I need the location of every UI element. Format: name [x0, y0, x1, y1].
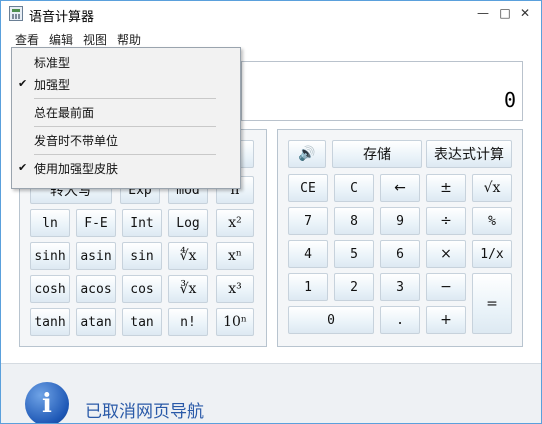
square-button[interactable]: x² [216, 209, 254, 237]
store-button[interactable]: 存储 [332, 140, 422, 168]
title-bar: 语音计算器 — □ ✕ [1, 1, 541, 27]
menu-separator [34, 126, 216, 127]
sin-button[interactable]: sin [122, 242, 162, 270]
digit-1-button[interactable]: 1 [288, 273, 328, 301]
factorial-button[interactable]: n! [168, 308, 208, 336]
minus-button[interactable]: − [426, 273, 466, 301]
cube-root-button[interactable]: ∛x [168, 275, 208, 303]
digit-5-button[interactable]: 5 [334, 240, 374, 268]
digit-0-button[interactable]: 0 [288, 306, 374, 334]
check-icon: ✔ [18, 161, 28, 174]
acos-button[interactable]: acos [76, 275, 116, 303]
backspace-button[interactable]: ← [380, 174, 420, 202]
menu-separator [34, 154, 216, 155]
tanh-button[interactable]: tanh [30, 308, 70, 336]
digit-3-button[interactable]: 3 [380, 273, 420, 301]
speaker-icon: 🔊 [298, 146, 316, 162]
fourth-root-button[interactable]: ∜x [168, 242, 208, 270]
menu-option-always-on-top[interactable]: 总在最前面 [34, 104, 94, 121]
calculator-app-icon [9, 6, 23, 21]
fe-button[interactable]: F-E [76, 209, 116, 237]
digit-8-button[interactable]: 8 [334, 207, 374, 235]
sqrt-button[interactable]: √x [472, 174, 512, 202]
result-display: 0 [241, 61, 523, 121]
sign-button[interactable]: ± [426, 174, 466, 202]
digit-6-button[interactable]: 6 [380, 240, 420, 268]
menu-visual[interactable]: 视图 [83, 31, 107, 48]
plus-button[interactable]: + [426, 306, 466, 334]
equals-button[interactable]: = [472, 273, 512, 334]
maximize-button[interactable]: □ [497, 5, 513, 21]
digit-7-button[interactable]: 7 [288, 207, 328, 235]
menu-separator [34, 98, 216, 99]
cosh-button[interactable]: cosh [30, 275, 70, 303]
menu-option-no-units[interactable]: 发音时不带单位 [34, 132, 118, 149]
digit-9-button[interactable]: 9 [380, 207, 420, 235]
cos-button[interactable]: cos [122, 275, 162, 303]
digit-4-button[interactable]: 4 [288, 240, 328, 268]
divide-button[interactable]: ÷ [426, 207, 466, 235]
menu-view[interactable]: 查看 [15, 31, 39, 48]
info-icon: i [25, 382, 69, 423]
log-button[interactable]: Log [168, 209, 208, 237]
reciprocal-button[interactable]: 1/x [472, 240, 512, 268]
cube-button[interactable]: x³ [216, 275, 254, 303]
view-menu-dropdown: 标准型 ✔ 加强型 总在最前面 发音时不带单位 ✔ 使用加强型皮肤 [11, 47, 241, 189]
standard-panel: 🔊 存储 表达式计算 CE C ← ± √x 7 8 9 ÷ % 4 5 6 ×… [277, 129, 523, 347]
tan-button[interactable]: tan [122, 308, 162, 336]
menu-option-enhanced-skin[interactable]: 使用加强型皮肤 [34, 160, 118, 177]
display-value: 0 [503, 88, 516, 112]
navigation-cancelled-text: 已取消网页导航 [85, 402, 204, 422]
navigation-info-bar: i 已取消网页导航 [1, 363, 541, 423]
sinh-button[interactable]: sinh [30, 242, 70, 270]
asin-button[interactable]: asin [76, 242, 116, 270]
ce-button[interactable]: CE [288, 174, 328, 202]
percent-button[interactable]: % [472, 207, 512, 235]
window-title: 语音计算器 [29, 10, 95, 25]
menu-bar: 查看 编辑 视图 帮助 [1, 28, 541, 48]
menu-option-enhanced[interactable]: 加强型 [34, 76, 70, 93]
decimal-button[interactable]: . [380, 306, 420, 334]
power-n-button[interactable]: xⁿ [216, 242, 254, 270]
menu-help[interactable]: 帮助 [117, 31, 141, 48]
ten-power-button[interactable]: 10ⁿ [216, 308, 254, 336]
minimize-button[interactable]: — [475, 5, 491, 21]
digit-2-button[interactable]: 2 [334, 273, 374, 301]
menu-option-standard[interactable]: 标准型 [34, 54, 70, 71]
multiply-button[interactable]: × [426, 240, 466, 268]
calculator-window: 语音计算器 — □ ✕ 查看 编辑 视图 帮助 0 转大写 Exp mod π … [0, 0, 542, 424]
close-button[interactable]: ✕ [517, 5, 533, 21]
atan-button[interactable]: atan [76, 308, 116, 336]
menu-edit[interactable]: 编辑 [49, 31, 73, 48]
speaker-button[interactable]: 🔊 [288, 140, 326, 168]
int-button[interactable]: Int [122, 209, 162, 237]
check-icon: ✔ [18, 77, 28, 90]
ln-button[interactable]: ln [30, 209, 70, 237]
expression-button[interactable]: 表达式计算 [426, 140, 512, 168]
c-button[interactable]: C [334, 174, 374, 202]
